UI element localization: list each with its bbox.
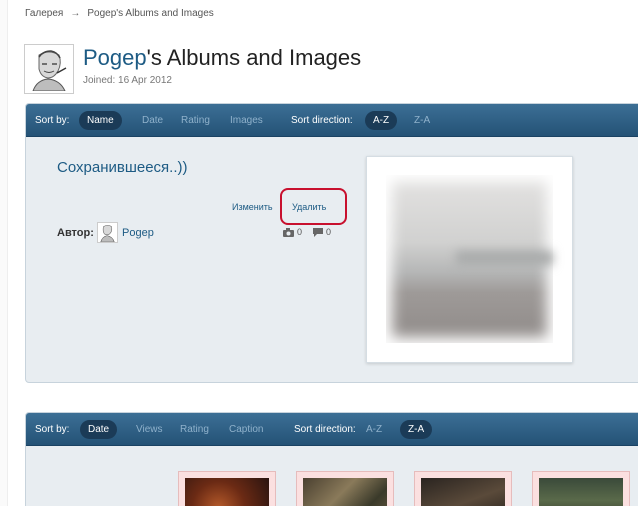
author-label: Автор: — [57, 227, 94, 239]
sort-direction-za[interactable]: Z-A — [400, 420, 433, 439]
image-thumbnail[interactable] — [178, 471, 276, 506]
images-panel: Sort by: Date Views Rating Caption Sort … — [25, 412, 638, 506]
page-title-suffix: 's Albums and Images — [146, 45, 362, 70]
sort-option-name[interactable]: Name — [79, 111, 122, 130]
images-count: 0 — [297, 227, 303, 237]
sort-option-rating[interactable]: Rating — [180, 424, 209, 435]
avatar-sketch-icon — [27, 47, 71, 91]
sort-direction-za[interactable]: Z-A — [414, 115, 430, 126]
image-thumbnail[interactable] — [414, 471, 512, 506]
sort-direction-az[interactable]: A-Z — [366, 424, 382, 435]
sort-by-label: Sort by: — [35, 115, 70, 126]
album-title-link[interactable]: Сохранившееся..)) — [57, 159, 188, 176]
page-title: Pogep's Albums and Images — [83, 45, 361, 71]
camera-icon — [283, 228, 294, 237]
breadcrumb-gallery-link[interactable]: Галерея — [25, 8, 63, 19]
left-gutter — [0, 0, 8, 506]
delete-highlight-circle — [280, 188, 347, 225]
album-cover-image — [386, 175, 553, 343]
sort-direction-label: Sort direction: — [294, 424, 356, 435]
album-sort-bar: Sort by: Name Date Rating Images Sort di… — [26, 104, 638, 137]
page-title-username[interactable]: Pogep — [83, 45, 147, 70]
sort-by-label: Sort by: — [35, 424, 70, 435]
comment-bubble-icon — [313, 228, 323, 237]
author-avatar-sketch-icon — [100, 224, 115, 243]
sort-option-date[interactable]: Date — [80, 420, 118, 439]
sort-direction-label: Sort direction: — [291, 115, 353, 126]
image-thumbnail-photo — [303, 478, 387, 506]
image-thumbnail[interactable] — [296, 471, 394, 506]
sort-option-date[interactable]: Date — [142, 115, 163, 126]
author-name-link[interactable]: Pogep — [122, 227, 154, 239]
image-thumbnail-photo — [421, 478, 505, 506]
image-thumbnail-photo — [539, 478, 623, 506]
sort-option-views[interactable]: Views — [136, 424, 163, 435]
sort-option-images[interactable]: Images — [230, 115, 263, 126]
profile-avatar[interactable] — [24, 44, 74, 94]
sort-direction-az[interactable]: A-Z — [365, 111, 398, 130]
comments-count: 0 — [326, 227, 332, 237]
albums-panel: Sort by: Name Date Rating Images Sort di… — [25, 103, 638, 383]
album-cover-horizon — [456, 251, 553, 265]
breadcrumb-current: Pogep's Albums and Images — [87, 8, 214, 19]
image-thumbnail-photo — [185, 478, 269, 506]
breadcrumb-separator: → — [70, 8, 81, 19]
joined-date: Joined: 16 Apr 2012 — [83, 75, 172, 86]
breadcrumb: Галерея → Pogep's Albums and Images — [25, 8, 214, 19]
author-avatar[interactable] — [97, 222, 118, 243]
image-sort-bar: Sort by: Date Views Rating Caption Sort … — [26, 413, 638, 446]
edit-link[interactable]: Изменить — [232, 202, 273, 212]
image-thumbnail[interactable] — [532, 471, 630, 506]
sort-option-rating[interactable]: Rating — [181, 115, 210, 126]
album-cover-thumbnail[interactable] — [366, 156, 573, 363]
sort-option-caption[interactable]: Caption — [229, 424, 263, 435]
